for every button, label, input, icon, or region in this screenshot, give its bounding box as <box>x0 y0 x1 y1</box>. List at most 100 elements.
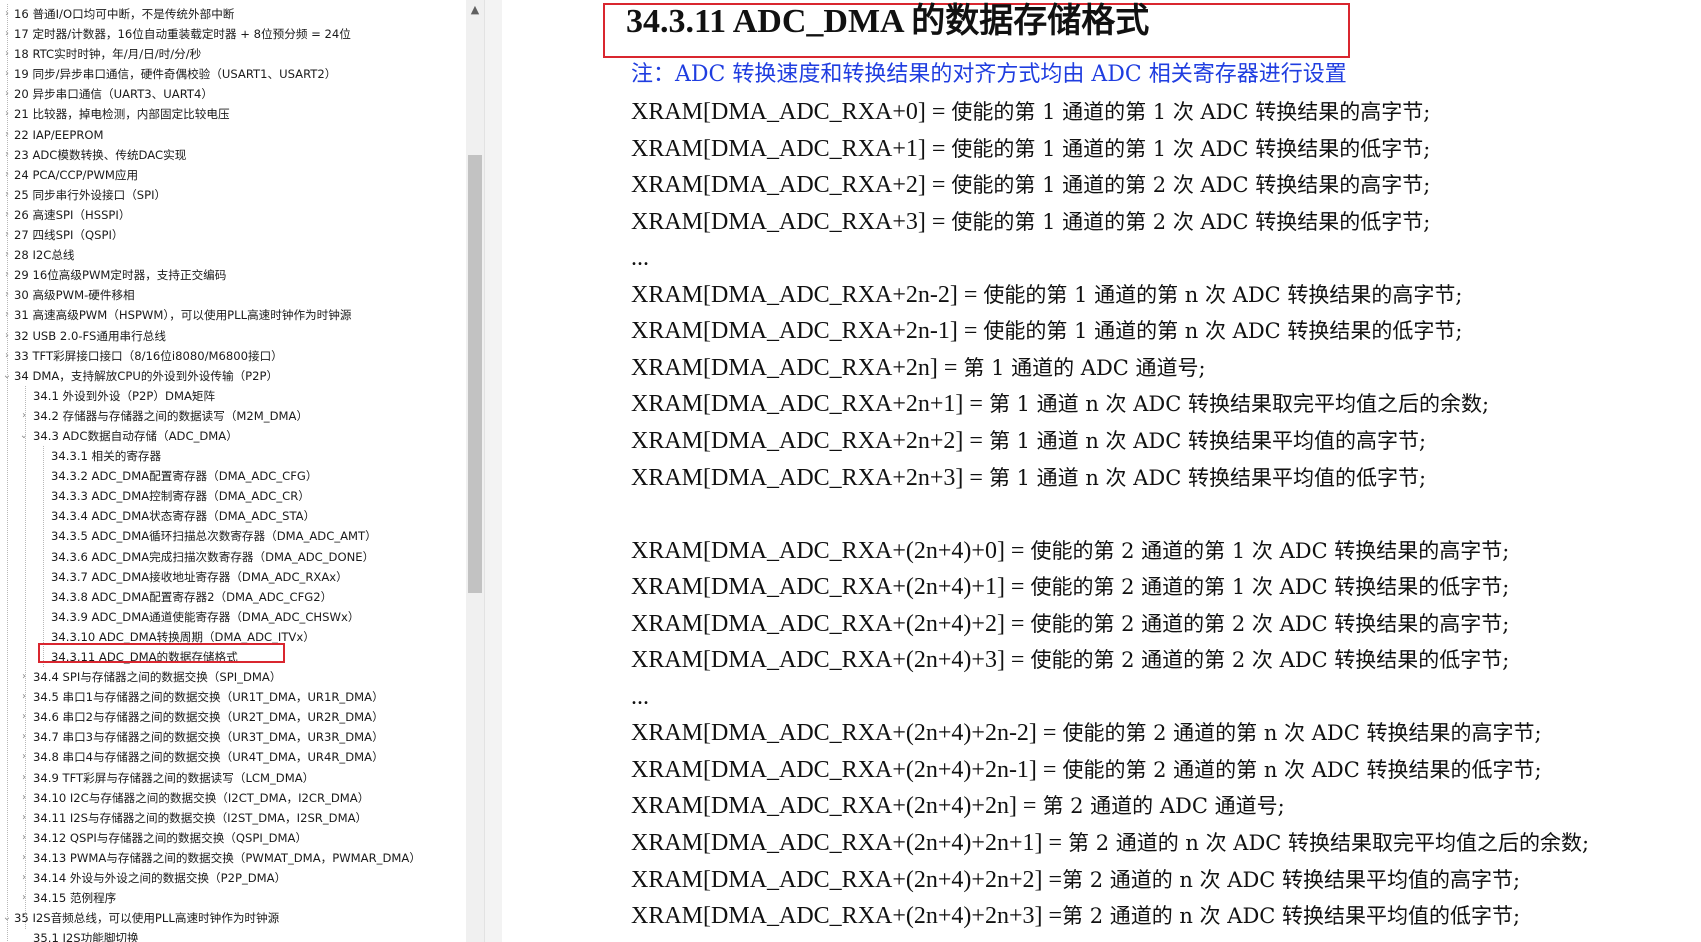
chevron-down-icon[interactable]: ⌄ <box>18 426 30 446</box>
register-description: 使能的第 2 通道的第 2 次 ADC 转换结果的低字节; <box>1030 648 1510 673</box>
sidebar-item[interactable]: › 18 RTC实时时钟，年/月/日/时/分/秒 <box>0 44 468 64</box>
sidebar-item-label: 32 USB 2.0-FS通用串行总线 <box>14 328 166 343</box>
sidebar-item[interactable]: › 34.11 I2S与存储器之间的数据交换（I2ST_DMA，I2SR_DMA） <box>0 808 468 828</box>
register-address: XRAM[DMA_ADC_RXA+(2n+4)+2n-1] = <box>631 756 1063 783</box>
sidebar-item[interactable]: › 34.13 PWMA与存储器之间的数据交换（PWMAT_DMA，PWMAR_D… <box>0 848 468 868</box>
sidebar-item[interactable]: 34.3.4 ADC_DMA状态寄存器（DMA_ADC_STA） <box>0 506 468 526</box>
sidebar-item[interactable]: › 34.12 QSPI与存储器之间的数据交换（QSPI_DMA） <box>0 828 468 848</box>
sidebar-item[interactable]: › 34.7 串口3与存储器之间的数据交换（UR3T_DMA，UR3R_DMA） <box>0 727 468 747</box>
sidebar-item[interactable]: › 26 高速SPI（HSSPI） <box>0 205 468 225</box>
sidebar-item[interactable]: › 34.15 范例程序 <box>0 888 468 908</box>
sidebar-item[interactable]: ⌄ 35 I2S音频总线，可以使用PLL高速时钟作为时钟源 <box>0 908 468 928</box>
sidebar-item[interactable]: › 32 USB 2.0-FS通用串行总线 <box>0 326 468 346</box>
sidebar-item[interactable]: › 34.4 SPI与存储器之间的数据交换（SPI_DMA） <box>0 667 468 687</box>
storage-format-line: XRAM[DMA_ADC_RXA+(2n+4)+2] = 使能的第 2 通道的第… <box>631 608 1509 640</box>
sidebar-item[interactable]: 35.1 I2S功能脚切换 <box>0 928 468 942</box>
chevron-right-icon[interactable]: › <box>18 808 30 828</box>
register-description: 第 2 通道的 ADC 通道号; <box>1042 794 1285 819</box>
chevron-right-icon[interactable]: › <box>18 868 30 888</box>
chevron-right-icon[interactable]: › <box>18 788 30 808</box>
storage-format-line: ... <box>631 681 649 713</box>
sidebar-item[interactable]: ⌄ 34.3 ADC数据自动存储（ADC_DMA） <box>0 426 468 446</box>
register-description: 第 1 通道 n 次 ADC 转换结果取完平均值之后的余数; <box>988 392 1490 417</box>
sidebar-item[interactable]: › 34.14 外设与外设之间的数据交换（P2P_DMA） <box>0 868 468 888</box>
chevron-up-icon[interactable]: ▲ <box>466 0 484 20</box>
sidebar-item-label: 34.2 存储器与存储器之间的数据读写（M2M_DMA） <box>33 408 309 423</box>
sidebar-item[interactable]: 34.1 外设到外设（P2P）DMA矩阵 <box>0 386 468 406</box>
sidebar-item[interactable]: › 30 高级PWM-硬件移相 <box>0 285 468 305</box>
register-address: XRAM[DMA_ADC_RXA+2n-2] = <box>631 281 984 308</box>
storage-format-line: XRAM[DMA_ADC_RXA+(2n+4)+2n-2] = 使能的第 2 通… <box>631 717 1542 749</box>
chevron-right-icon[interactable]: › <box>18 707 30 727</box>
register-description: 第 1 通道 n 次 ADC 转换结果平均值的低字节; <box>988 465 1427 490</box>
storage-format-line: XRAM[DMA_ADC_RXA+2n+3] = 第 1 通道 n 次 ADC … <box>631 462 1426 494</box>
pane-splitter[interactable] <box>484 0 503 942</box>
sidebar-item-label: 16 普通I/O口均可中断，不是传统外部中断 <box>14 7 235 21</box>
sidebar-item[interactable]: 34.3.9 ADC_DMA通道使能寄存器（DMA_ADC_CHSWx） <box>0 607 468 627</box>
storage-format-line: XRAM[DMA_ADC_RXA+(2n+4)+2n+1] = 第 2 通道的 … <box>631 827 1589 859</box>
sidebar-item[interactable]: 34.3.2 ADC_DMA配置寄存器（DMA_ADC_CFG） <box>0 466 468 486</box>
storage-format-line: XRAM[DMA_ADC_RXA+3] = 使能的第 1 通道的第 2 次 AD… <box>631 206 1430 238</box>
sidebar-item[interactable]: › 21 比较器，掉电检测，内部固定比较电压 <box>0 104 468 124</box>
sidebar-item-label: 29 16位高级PWM定时器，支持正交编码 <box>14 268 227 283</box>
sidebar-item[interactable]: › 34.9 TFT彩屏与存储器之间的数据读写（LCM_DMA） <box>0 768 468 788</box>
sidebar-item[interactable]: › 34.8 串口4与存储器之间的数据交换（UR4T_DMA，UR4R_DMA） <box>0 747 468 767</box>
sidebar-item[interactable]: 34.3.3 ADC_DMA控制寄存器（DMA_ADC_CR） <box>0 486 468 506</box>
chevron-right-icon[interactable]: › <box>18 406 30 426</box>
sidebar-item-label: 34.3.6 ADC_DMA完成扫描次数寄存器（DMA_ADC_DONE） <box>51 549 375 564</box>
sidebar-item[interactable]: › 28 I2C总线 <box>0 245 468 265</box>
sidebar-item-label: 34.3.1 相关的寄存器 <box>51 449 162 464</box>
tree-guide-line <box>7 4 8 942</box>
register-description: 使能的第 2 通道的第 n 次 ADC 转换结果的低字节; <box>1062 757 1542 782</box>
sidebar-item[interactable]: › 24 PCA/CCP/PWM应用 <box>0 165 468 185</box>
register-description: 第 2 通道的 n 次 ADC 转换结果平均值的低字节; <box>1062 904 1521 929</box>
register-address: XRAM[DMA_ADC_RXA+1] = <box>631 135 952 162</box>
storage-format-line: ... <box>631 242 649 274</box>
sidebar-item[interactable]: › 25 同步串行外设接口（SPI） <box>0 185 468 205</box>
sidebar-item-label: 27 四线SPI（QSPI） <box>14 228 124 243</box>
sidebar-item[interactable]: › 23 ADC模数转换、传统DAC实现 <box>0 145 468 165</box>
section-heading: 34.3.11 ADC_DMA 的数据存储格式 <box>626 3 1150 40</box>
sidebar-item[interactable]: 34.3.6 ADC_DMA完成扫描次数寄存器（DMA_ADC_DONE） <box>0 547 468 567</box>
sidebar-item[interactable]: 34.3.8 ADC_DMA配置寄存器2（DMA_ADC_CFG2） <box>0 587 468 607</box>
sidebar-item[interactable]: › 22 IAP/EEPROM <box>0 125 468 145</box>
sidebar-item[interactable]: 34.3.1 相关的寄存器 <box>0 446 468 466</box>
sidebar-item[interactable]: › 19 同步/异步串口通信，硬件奇偶校验（USART1、USART2） <box>0 64 468 84</box>
sidebar-item-label: 31 高速高级PWM（HSPWM），可以使用PLL高速时钟作为时钟源 <box>14 308 352 323</box>
sidebar-item-label: 26 高速SPI（HSSPI） <box>14 207 131 222</box>
chevron-right-icon[interactable]: › <box>18 848 30 868</box>
sidebar-item-label: 34.3.7 ADC_DMA接收地址寄存器（DMA_ADC_RXAx） <box>51 569 348 584</box>
sidebar-item[interactable]: › 34.2 存储器与存储器之间的数据读写（M2M_DMA） <box>0 406 468 426</box>
sidebar-item[interactable]: › 34.5 串口1与存储器之间的数据交换（UR1T_DMA，UR1R_DMA） <box>0 687 468 707</box>
sidebar-item[interactable]: › 34.6 串口2与存储器之间的数据交换（UR2T_DMA，UR2R_DMA） <box>0 707 468 727</box>
register-description: 使能的第 2 通道的第 1 次 ADC 转换结果的低字节; <box>1030 575 1510 600</box>
chevron-right-icon[interactable]: › <box>18 768 30 788</box>
sidebar-scroll-thumb[interactable] <box>468 155 482 593</box>
chevron-right-icon[interactable]: › <box>18 687 30 707</box>
register-address: XRAM[DMA_ADC_RXA+2n+1] = <box>631 391 989 418</box>
sidebar-item[interactable]: ⌄ 34 DMA，支持解放CPU的外设到外设传输（P2P） <box>0 366 468 386</box>
register-description: 第 1 通道 n 次 ADC 转换结果平均值的高字节; <box>988 428 1427 453</box>
sidebar-item-label: 24 PCA/CCP/PWM应用 <box>14 167 139 182</box>
sidebar-item[interactable]: › 29 16位高级PWM定时器，支持正交编码 <box>0 265 468 285</box>
chevron-right-icon[interactable]: › <box>18 828 30 848</box>
sidebar-item[interactable]: › 16 普通I/O口均可中断，不是传统外部中断 <box>0 4 468 24</box>
chevron-right-icon[interactable]: › <box>18 888 30 908</box>
sidebar-item-label: 34.3.9 ADC_DMA通道使能寄存器（DMA_ADC_CHSWx） <box>51 609 360 624</box>
sidebar-item[interactable]: 34.3.5 ADC_DMA循环扫描总次数寄存器（DMA_ADC_AMT） <box>0 526 468 546</box>
sidebar-item-label: 34.3.8 ADC_DMA配置寄存器2（DMA_ADC_CFG2） <box>51 589 333 604</box>
sidebar-item[interactable]: › 33 TFT彩屏接口接口（8/16位i8080/M6800接口） <box>0 346 468 366</box>
sidebar-item[interactable]: 34.3.7 ADC_DMA接收地址寄存器（DMA_ADC_RXAx） <box>0 567 468 587</box>
chevron-right-icon[interactable]: › <box>18 727 30 747</box>
storage-format-line: XRAM[DMA_ADC_RXA+2n+1] = 第 1 通道 n 次 ADC … <box>631 388 1489 420</box>
sidebar-item[interactable]: › 31 高速高级PWM（HSPWM），可以使用PLL高速时钟作为时钟源 <box>0 305 468 325</box>
chevron-right-icon[interactable]: › <box>18 747 30 767</box>
sidebar-item[interactable]: › 27 四线SPI（QSPI） <box>0 225 468 245</box>
sidebar-item[interactable]: › 17 定时器/计数器，16位自动重装载定时器 + 8位预分频 = 24位 <box>0 24 468 44</box>
register-address: XRAM[DMA_ADC_RXA+(2n+4)+2n] = <box>631 793 1043 820</box>
register-address: XRAM[DMA_ADC_RXA+(2n+4)+0] = <box>631 537 1031 564</box>
sidebar-item[interactable]: › 34.10 I2C与存储器之间的数据交换（I2CT_DMA，I2CR_DMA） <box>0 788 468 808</box>
chevron-right-icon[interactable]: › <box>18 667 30 687</box>
sidebar-item-label: 28 I2C总线 <box>14 248 75 263</box>
sidebar-item[interactable]: › 20 异步串口通信（UART3、UART4） <box>0 84 468 104</box>
